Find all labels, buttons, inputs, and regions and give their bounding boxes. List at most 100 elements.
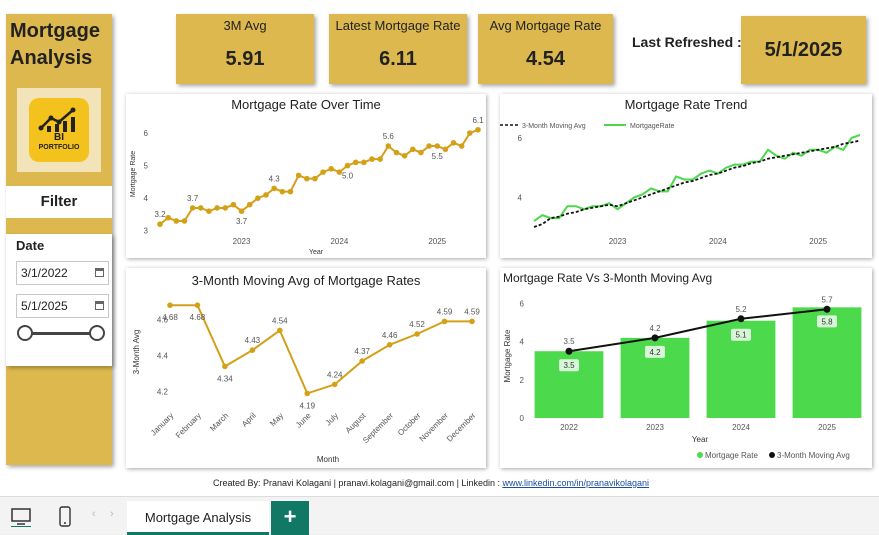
data-label: 4.19	[299, 401, 315, 410]
filter-heading: Filter	[6, 186, 112, 218]
x-axis-title: Year	[309, 249, 324, 256]
legend-label-rate: Mortgage Rate	[705, 451, 758, 460]
x-axis-title: Month	[317, 455, 339, 464]
panel-title: Mortgage Rate Trend	[624, 97, 748, 112]
linkedin-link[interactable]: www.linkedin.com/in/pranavikolagani	[502, 478, 649, 488]
tab-mortgage-analysis[interactable]: Mortgage Analysis	[127, 501, 269, 535]
rate-point	[263, 192, 269, 198]
rate-point	[287, 188, 294, 195]
moving-avg-point	[737, 315, 745, 323]
x-tick-label: May	[268, 411, 285, 428]
rate-point	[173, 218, 180, 224]
rate-point	[189, 205, 196, 211]
x-tick-label: 2023	[233, 237, 251, 246]
data-label: 4.68	[190, 313, 206, 322]
rate-point	[418, 149, 424, 156]
x-tick-label: 2023	[646, 423, 664, 432]
start-date-input[interactable]: 3/1/2022	[16, 261, 109, 285]
data-label: 4.52	[409, 320, 425, 329]
bar-data-label: 5.1	[735, 331, 747, 340]
y-tick-label: 4	[144, 194, 149, 203]
calendar-icon[interactable]	[95, 301, 104, 310]
x-axis-title: Year	[692, 435, 709, 444]
rate-point	[206, 208, 212, 214]
page-tab-bar: ‹ › Mortgage Analysis +	[0, 496, 879, 535]
rate-vs-ma-panel[interactable]: 0 2 4 6 Mortgage Rate 2022 2023 2024 2025 Year 3.5…	[500, 268, 872, 468]
data-label: 4.37	[354, 347, 370, 356]
logo-line1: BI	[54, 132, 64, 143]
x-tick-label: January	[149, 411, 175, 437]
logo-line2: PORTFOLIO	[38, 144, 80, 151]
bar-data-label: 3.5	[563, 361, 575, 370]
rate-point	[458, 143, 465, 149]
moving-avg-panel[interactable]: 4.2 4.4 4.6 January February March April May Jun…	[126, 268, 486, 468]
data-label: 5.6	[383, 132, 395, 141]
moving-avg-line	[533, 139, 861, 228]
y-axis-title: Mortgage Rate	[130, 151, 137, 197]
rate-point	[328, 166, 335, 172]
rate-point	[222, 205, 229, 211]
y-tick-label: 6	[520, 300, 525, 309]
legend-label-ma: 3-Month Moving Avg	[522, 123, 586, 130]
last-refreshed-label: Last Refreshed :	[632, 34, 742, 50]
rate-point	[295, 172, 302, 179]
rate-trend-chart: 4 6 2023 2024 2025 3-Month Moving Avg Mortgage…	[500, 123, 861, 246]
app-title: Mortgage Analysis	[10, 20, 100, 69]
data-label: 5.0	[342, 172, 354, 181]
legend-swatch-ma	[769, 452, 775, 458]
y-tick-label: 0	[520, 414, 525, 423]
last-refreshed-value: 5/1/2025	[741, 16, 866, 84]
data-label: 3.2	[154, 210, 166, 219]
panel-title: 3-Month Moving Avg of Mortgage Rates	[191, 273, 421, 288]
moving-avg-line	[568, 308, 828, 353]
rate-point	[352, 159, 359, 166]
x-tick-label: October	[396, 411, 423, 438]
data-label: 4.43	[245, 336, 261, 345]
rate-over-time-panel[interactable]: 3 4 5 6 2023 2024 2025 Year Mortgage Rate 3.2 3.7 3…	[126, 94, 486, 258]
rate-point	[426, 143, 432, 149]
data-label: 3.7	[236, 217, 248, 226]
x-tick-label: August	[344, 411, 369, 436]
rate-point	[450, 140, 457, 146]
moving-avg-point	[194, 302, 201, 308]
moving-avg-point	[304, 390, 311, 397]
rate-trend-panel[interactable]: 4 6 2023 2024 2025 3-Month Moving Avg Mortgage…	[500, 94, 872, 258]
moving-avg-point	[167, 302, 173, 308]
end-date-input[interactable]: 5/1/2025	[16, 294, 109, 318]
kpi-avg-rate: Avg Mortgage Rate 4.54	[478, 14, 613, 84]
y-tick-label: 4.2	[157, 388, 169, 397]
moving-avg-point	[441, 318, 448, 325]
scroll-right-icon[interactable]: ›	[110, 508, 114, 520]
date-slicer: Date 3/1/2022 5/1/2025	[6, 234, 112, 366]
rate-point	[344, 162, 351, 169]
moving-avg-point	[277, 327, 283, 334]
rate-point	[385, 143, 392, 149]
data-label: 4.54	[272, 316, 288, 325]
data-label: 4.34	[217, 374, 233, 383]
kpi-label: 3M Avg	[223, 18, 267, 33]
rate-point	[279, 188, 286, 195]
report-canvas: Mortgage Analysis BI PORTFOLIO Filter Da…	[0, 0, 879, 496]
date-range-track[interactable]	[26, 332, 98, 335]
add-page-button[interactable]: +	[271, 501, 309, 535]
data-label: 6.1	[472, 116, 484, 125]
x-tick-label: July	[324, 411, 340, 427]
calendar-icon[interactable]	[95, 268, 104, 277]
scroll-left-icon[interactable]: ‹	[92, 508, 96, 520]
line-data-label: 5.2	[735, 305, 747, 314]
x-tick-label: February	[174, 411, 203, 440]
mobile-icon[interactable]	[58, 506, 72, 528]
y-tick-label: 6	[518, 134, 523, 143]
kpi-latest-rate: Latest Mortgage Rate 6.11	[329, 14, 467, 84]
rate-over-time-chart: 3 4 5 6 2023 2024 2025 Year Mortgage Rate 3.2 3.7 3…	[130, 116, 484, 256]
rate-point	[409, 146, 416, 153]
rate-point	[312, 175, 318, 182]
y-axis-title: 3-Month Avg	[132, 330, 141, 375]
date-slicer-label: Date	[16, 238, 45, 253]
x-tick-label: 2024	[732, 423, 750, 432]
moving-avg-point	[414, 331, 420, 337]
x-tick-label: March	[208, 411, 230, 433]
range-start-handle[interactable]	[17, 325, 33, 341]
range-end-handle[interactable]	[89, 325, 105, 341]
desktop-icon[interactable]	[10, 507, 32, 527]
